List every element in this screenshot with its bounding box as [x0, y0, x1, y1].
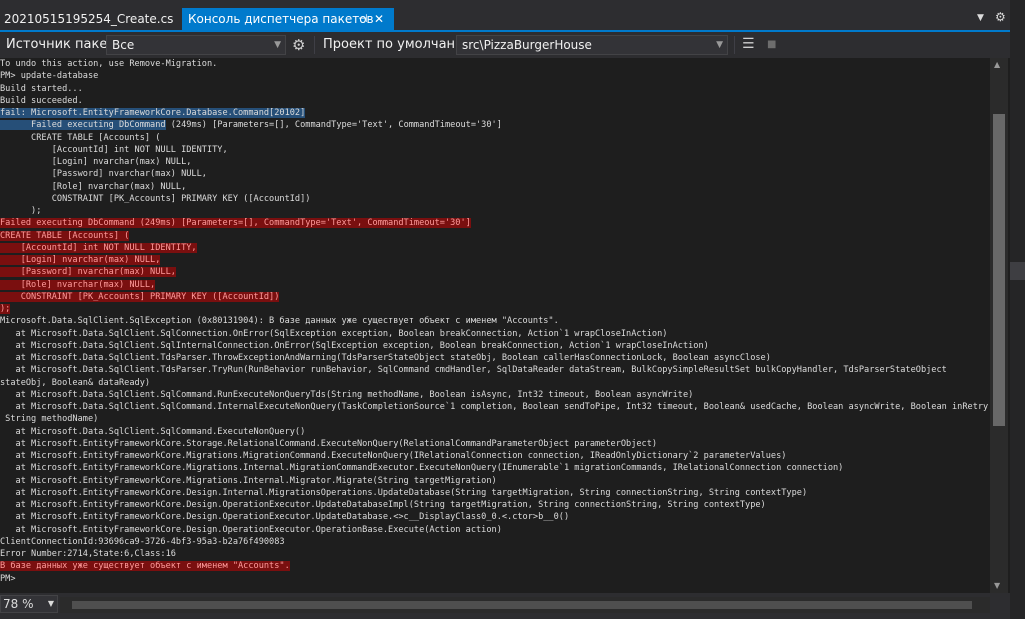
console-line: ClientConnectionId:93696ca9-3726-4bf3-95…	[0, 536, 285, 547]
console-line: at Microsoft.Data.SqlClient.SqlCommand.R…	[0, 389, 694, 400]
package-source-select[interactable]: Все ▼	[106, 35, 286, 55]
console-line: stateObj, Boolean& dataReady)	[0, 377, 151, 388]
console-line: Failed executing DbCommand (249ms) [Para…	[0, 120, 502, 131]
tab-label: Консоль диспетчера пакетов	[188, 12, 374, 26]
console-footer: 78 % ▼	[0, 593, 1010, 619]
scrollbar-thumb[interactable]	[993, 114, 1005, 426]
scroll-up-icon[interactable]: ▲	[994, 60, 1000, 69]
console-line: [Role] nvarchar(max) NULL,	[0, 181, 187, 192]
console-line: at Microsoft.Data.SqlClient.SqlInternalC…	[0, 340, 709, 351]
console-line: at Microsoft.EntityFrameworkCore.Storage…	[0, 438, 658, 449]
document-tab-bar: 20210515195254_Create.cs Консоль диспетч…	[0, 0, 1025, 30]
console-line: [Login] nvarchar(max) NULL,	[0, 157, 192, 167]
scroll-down-icon[interactable]: ▼	[994, 581, 1000, 590]
zoom-value: 78 %	[3, 597, 34, 611]
toolbar-divider	[734, 36, 735, 54]
side-panel-strip	[1010, 262, 1025, 280]
console-line: String methodName)	[0, 414, 99, 425]
horizontal-scrollbar-thumb[interactable]	[72, 601, 972, 609]
console-line: [AccountId] int NOT NULL IDENTITY,	[0, 144, 228, 155]
console-line: at Microsoft.EntityFrameworkCore.Migrati…	[0, 463, 844, 474]
tab-create-cs[interactable]: 20210515195254_Create.cs	[0, 8, 186, 30]
chevron-down-icon: ▼	[274, 40, 281, 50]
console-line: at Microsoft.Data.SqlClient.SqlCommand.I…	[0, 402, 990, 412]
console-line: at Microsoft.EntityFrameworkCore.Migrati…	[0, 451, 787, 461]
console-line: [AccountId] int NOT NULL IDENTITY,	[0, 242, 197, 253]
console-line: at Microsoft.EntityFrameworkCore.Design.…	[0, 487, 808, 498]
console-line: [Role] nvarchar(max) NULL,	[0, 279, 156, 290]
console-line: at Microsoft.EntityFrameworkCore.Design.…	[0, 524, 502, 535]
console-line: CREATE TABLE [Accounts] (	[0, 132, 161, 143]
console-line: at Microsoft.Data.SqlClient.SqlConnectio…	[0, 328, 668, 339]
console-line: CONSTRAINT [PK_Accounts] PRIMARY KEY ([A…	[0, 193, 311, 204]
console-line: at Microsoft.Data.SqlClient.TdsParser.Th…	[0, 353, 771, 363]
tab-overflow-dropdown-icon[interactable]: ▼	[977, 13, 984, 23]
horizontal-scrollbar[interactable]	[60, 597, 990, 613]
console-line: Failed executing DbCommand (249ms) [Para…	[0, 218, 471, 229]
console-line: at Microsoft.Data.SqlClient.SqlCommand.E…	[0, 426, 306, 437]
console-line: CREATE TABLE [Accounts] (	[0, 230, 130, 241]
console-line: );	[0, 206, 42, 216]
console-line: PM>	[0, 573, 16, 584]
console-output[interactable]: To undo this action, use Remove-Migratio…	[0, 58, 990, 593]
console-line: [Login] nvarchar(max) NULL,	[0, 255, 161, 265]
toolbar-divider	[314, 36, 315, 54]
console-line: fail: Microsoft.EntityFrameworkCore.Data…	[0, 108, 306, 118]
console-line: Build started...	[0, 83, 83, 94]
chevron-down-icon: ▼	[47, 599, 54, 608]
console-line: Error Number:2714,State:6,Class:16	[0, 549, 176, 559]
console-line: );	[0, 304, 11, 314]
console-line: [Password] nvarchar(max) NULL,	[0, 169, 207, 180]
console-line: at Microsoft.Data.SqlClient.TdsParser.Tr…	[0, 365, 947, 376]
console-line: at Microsoft.EntityFrameworkCore.Design.…	[0, 512, 570, 523]
console-line: Build succeeded.	[0, 95, 83, 106]
close-icon[interactable]: ✕	[374, 8, 384, 30]
console-line: [Password] nvarchar(max) NULL,	[0, 267, 176, 278]
vertical-scrollbar[interactable]: ▲ ▼	[990, 58, 1008, 593]
console-line: Microsoft.Data.SqlClient.SqlException (0…	[0, 316, 559, 327]
zoom-select[interactable]: 78 % ▼	[0, 595, 58, 613]
clear-console-icon[interactable]: ☰	[742, 36, 755, 52]
console-line: at Microsoft.EntityFrameworkCore.Migrati…	[0, 475, 497, 486]
side-panel-edge	[1010, 0, 1025, 619]
default-project-select[interactable]: src\PizzaBurgerHouse ▼	[456, 35, 728, 55]
package-source-value: Все	[112, 38, 135, 52]
pin-icon[interactable]: ⊣	[358, 8, 368, 30]
tab-package-manager-console[interactable]: Консоль диспетчера пакетов ⊣ ✕	[182, 8, 394, 30]
default-project-value: src\PizzaBurgerHouse	[462, 38, 592, 52]
gear-icon[interactable]: ⚙	[995, 10, 1006, 24]
console-line: В базе данных уже существует объект с им…	[0, 561, 290, 572]
console-line: CONSTRAINT [PK_Accounts] PRIMARY KEY ([A…	[0, 291, 280, 302]
stop-icon[interactable]: ■	[767, 39, 776, 50]
console-line: at Microsoft.EntityFrameworkCore.Design.…	[0, 500, 766, 510]
console-line: To undo this action, use Remove-Migratio…	[0, 59, 218, 69]
settings-icon[interactable]: ⚙	[292, 36, 305, 54]
console-line: PM> update-database	[0, 71, 99, 82]
chevron-down-icon: ▼	[716, 40, 723, 50]
console-toolbar: Источник пакета: Все ▼ ⚙ Проект по умолч…	[0, 32, 1010, 58]
